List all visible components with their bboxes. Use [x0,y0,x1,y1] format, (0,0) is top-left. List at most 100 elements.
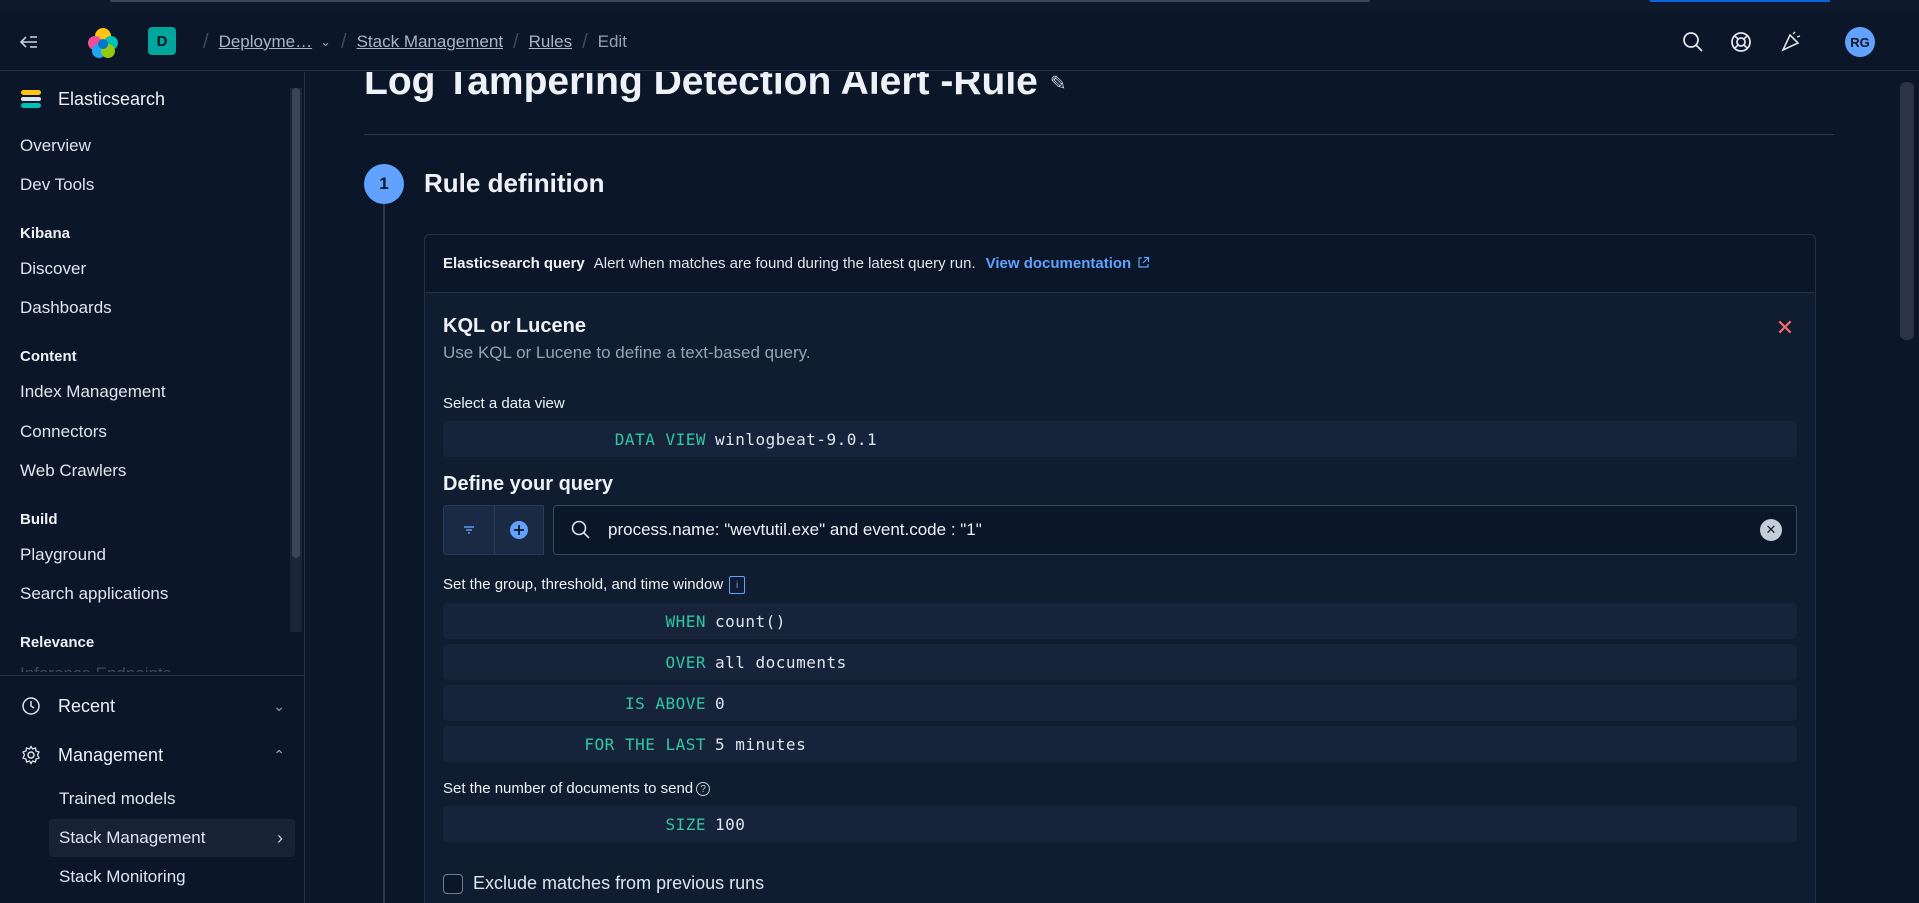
threshold-expression[interactable]: IS ABOVE 0 [443,685,1797,721]
sidebar-group-build: Build [20,511,58,528]
sidebar-item-trained-models[interactable]: Trained models [49,780,295,818]
expression-keyword: SIZE [665,814,706,834]
over-expression[interactable]: OVER all documents [443,644,1797,680]
breadcrumb-separator: / [582,30,588,53]
sidebar-item-inference-endpoints[interactable]: Inference Endpoints [20,664,171,672]
sidebar-item-connectors[interactable]: Connectors [20,422,107,442]
expression-value: count() [715,611,786,631]
size-label-text: Set the number of documents to send [443,780,694,797]
sidebar-section-elasticsearch[interactable]: Elasticsearch [20,88,165,110]
side-nav-scroll-area: Elasticsearch Overview Dev Tools Kibana … [0,72,305,673]
breadcrumb-edit: Edit [597,32,627,51]
when-expression[interactable]: WHEN count() [443,603,1797,639]
sidebar-recent[interactable]: Recent ⌄ [20,691,285,721]
gear-icon [20,744,42,766]
expression-keyword: WHEN [665,611,706,631]
chevron-right-icon: › [277,827,283,848]
search-icon[interactable] [1678,25,1708,59]
sidebar-item-web-crawlers[interactable]: Web Crawlers [20,461,126,481]
clear-icon[interactable]: ✕ [1760,519,1782,541]
view-documentation-link[interactable]: View documentation [986,255,1132,272]
page-scrollbar[interactable] [1895,72,1919,903]
sidebar-management[interactable]: Management ⌃ [20,740,285,770]
step-number: 1 [364,164,404,204]
filter-menu-button[interactable] [444,506,494,554]
sidebar-group-content: Content [20,348,77,365]
space-avatar[interactable]: D [148,27,176,55]
sidebar-item-discover[interactable]: Discover [20,259,86,279]
threshold-label-text: Set the group, threshold, and time windo… [443,576,724,593]
breadcrumb-deployment[interactable]: Deployme… [219,32,313,52]
sidebar-item-dev-tools[interactable]: Dev Tools [20,175,94,195]
expression-keyword: OVER [665,652,706,672]
rule-type-description: Alert when matches are found during the … [593,255,976,272]
breadcrumb-separator: / [203,30,209,53]
chevron-up-icon: ⌃ [273,746,285,763]
rule-type-header: Elasticsearch query Alert when matches a… [425,235,1815,293]
search-icon [568,517,594,543]
sidebar-item-label: Stack Monitoring [59,867,186,886]
sidebar-group-kibana: Kibana [20,225,71,242]
step-connector-line [383,204,385,903]
query-type-title: KQL or Lucene [443,315,586,337]
sidebar-item-index-management[interactable]: Index Management [20,382,166,402]
news-feed-icon[interactable] [1776,25,1806,59]
data-view-label: Select a data view [443,395,565,412]
browser-top-strip [0,0,1919,12]
breadcrumb-stack-management[interactable]: Stack Management [357,32,503,52]
elastic-logo[interactable] [86,26,120,60]
query-bar: process.name: "wevtutil.exe" and event.c… [443,505,1797,555]
sidebar-item-stack-monitoring[interactable]: Stack Monitoring [49,858,295,896]
breadcrumb: / Deployme… ⌄ / Stack Management / Rules… [193,28,627,56]
query-bar-buttons [443,505,544,555]
sidebar-item-playground[interactable]: Playground [20,545,106,565]
breadcrumb-rules[interactable]: Rules [529,32,572,52]
browser-highlight [1650,0,1830,2]
breadcrumb-separator: / [341,30,347,53]
threshold-label: Set the group, threshold, and time windo… [443,576,746,595]
clock-icon [20,695,42,717]
browser-tab-edge [110,0,1370,2]
sidebar-group-relevance: Relevance [20,634,95,651]
expression-keyword: IS ABOVE [624,693,706,713]
page-scrollbar-thumb[interactable] [1900,82,1914,340]
help-icon[interactable] [1726,25,1756,59]
question-icon[interactable]: ? [696,782,711,797]
chevron-down-icon: ⌄ [273,697,285,714]
menu-collapse-icon[interactable] [16,29,42,55]
sidebar-management-label: Management [58,744,164,765]
sidebar-item-search-applications[interactable]: Search applications [20,584,168,604]
size-expression[interactable]: SIZE 100 [443,806,1797,842]
title-divider [364,134,1834,135]
step-title: Rule definition [424,168,605,198]
expression-value: 100 [715,814,746,834]
sidebar-section-title: Elasticsearch [58,88,166,109]
user-avatar[interactable]: RG [1845,27,1875,57]
close-icon[interactable]: ✕ [1775,317,1795,339]
expression-value: 0 [715,693,726,713]
expression-value: all documents [715,652,847,672]
sidebar-item-overview[interactable]: Overview [20,136,91,156]
page-title: Log Tampering Detection Alert -Rule ✎ [364,72,1067,104]
query-input[interactable]: process.name: "wevtutil.exe" and event.c… [553,505,1797,555]
exclude-matches-checkbox[interactable] [443,873,463,894]
sidebar-item-dashboards[interactable]: Dashboards [20,298,112,318]
breadcrumb-separator: / [513,30,519,53]
size-label: Set the number of documents to send? [443,780,711,797]
add-filter-button[interactable] [493,506,544,554]
exclude-matches-option[interactable]: Exclude matches from previous runs [443,873,764,894]
guide-icon[interactable]: i [729,576,746,595]
data-view-expression[interactable]: DATA VIEW winlogbeat-9.0.1 [443,421,1797,457]
sidebar-item-stack-management[interactable]: Stack Management › [49,819,295,857]
time-window-expression[interactable]: FOR THE LAST 5 minutes [443,726,1797,762]
plus-circle-icon [509,521,528,539]
filter-icon [463,526,474,534]
chevron-down-icon[interactable]: ⌄ [320,34,331,50]
sidebar-item-label: Trained models [59,789,176,808]
sidebar-scrollbar[interactable] [290,88,302,632]
pencil-icon[interactable]: ✎ [1050,72,1067,96]
sidebar-scrollbar-thumb[interactable] [292,88,300,558]
rule-type-name: Elasticsearch query [443,255,585,272]
sidebar-recent-label: Recent [58,695,116,716]
side-navigation: Elasticsearch Overview Dev Tools Kibana … [0,72,305,903]
